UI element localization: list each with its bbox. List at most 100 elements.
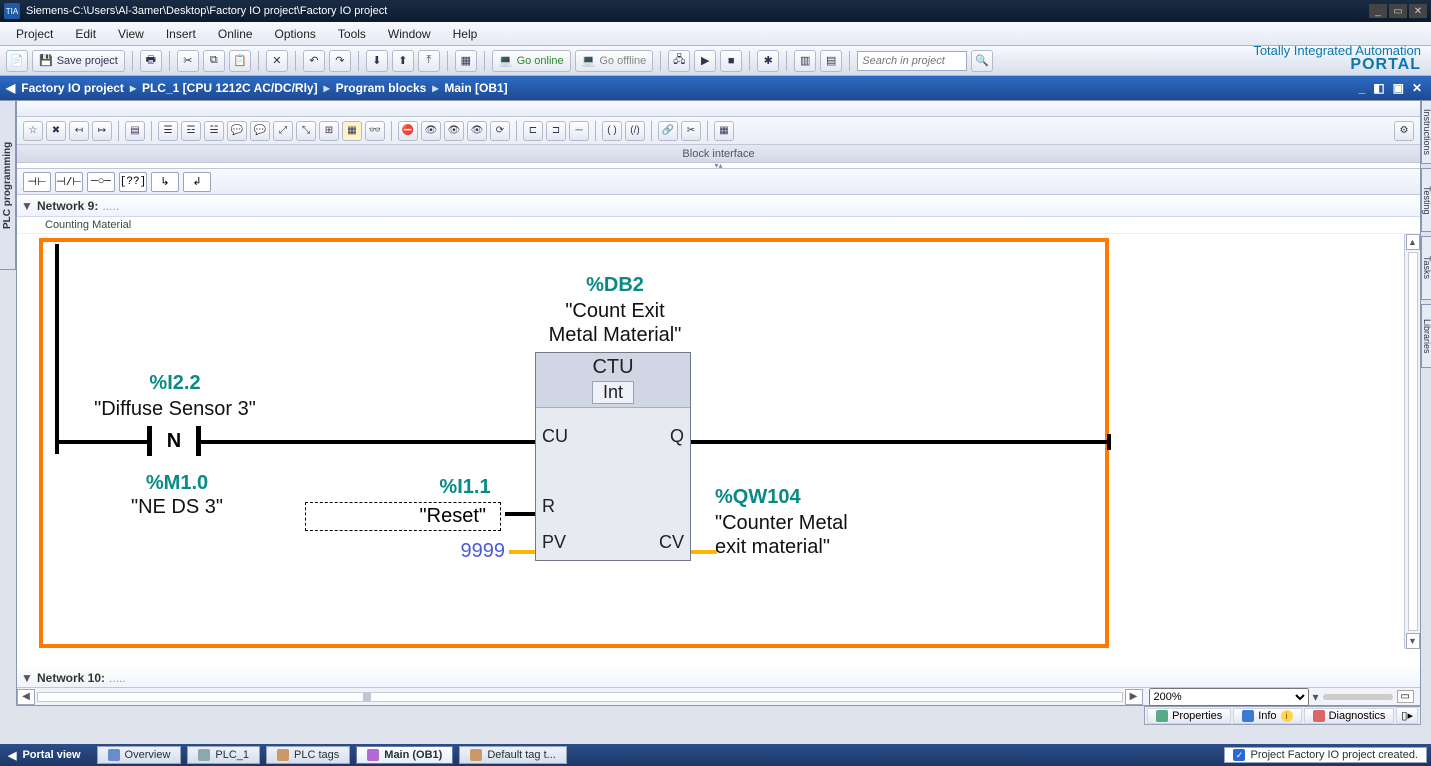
go-online-button[interactable]: 💻 Go online (492, 50, 571, 72)
edge-contact-n[interactable]: N (147, 426, 201, 456)
portal-view-button[interactable]: ◀ Portal view (4, 749, 91, 762)
download-icon[interactable]: ⬆ (392, 50, 414, 72)
vertical-scrollbar[interactable]: ▲ ▼ (1404, 234, 1420, 649)
print-icon[interactable]: 🖶 (140, 50, 162, 72)
undo-icon[interactable]: ↶ (303, 50, 325, 72)
net-del-icon[interactable]: ☲ (181, 121, 201, 141)
stop-monitor-icon[interactable]: ⛔ (398, 121, 418, 141)
breadcrumb-main[interactable]: Main [OB1] (444, 81, 507, 95)
menu-options[interactable]: Options (265, 24, 326, 44)
free-comment-icon[interactable]: ▦ (342, 121, 362, 141)
coil-button[interactable]: ─○─ (87, 172, 115, 192)
db-tag[interactable]: %DB2 (535, 274, 695, 297)
edge-mem-tag[interactable]: %M1.0 (117, 472, 237, 495)
collapse-icon[interactable]: ⤡ (296, 121, 316, 141)
sidetab-tasks[interactable]: Tasks (1421, 236, 1431, 300)
menu-insert[interactable]: Insert (156, 24, 206, 44)
menu-help[interactable]: Help (443, 24, 488, 44)
split-v-icon[interactable]: ▤ (820, 50, 842, 72)
fb-datatype[interactable]: Int (592, 381, 634, 404)
rung-icon[interactable]: ─ (569, 121, 589, 141)
editor-minimize-icon[interactable]: _ (1356, 81, 1369, 95)
ladder-canvas[interactable]: %DB2 "Count Exit Metal Material" CTU Int… (17, 234, 1420, 667)
sidetab-libraries[interactable]: Libraries (1421, 304, 1431, 368)
menu-tools[interactable]: Tools (328, 24, 376, 44)
paste-icon[interactable]: 📋 (229, 50, 251, 72)
footer-tab-overview[interactable]: Overview (97, 746, 182, 764)
abs-icon[interactable]: ⊞ (319, 121, 339, 141)
network-10-header[interactable]: ▼ Network 10: ..... (17, 667, 1420, 689)
coil-icon[interactable]: ( ) (602, 121, 622, 141)
output-tag[interactable]: %QW104 (715, 486, 855, 509)
close-branch-button[interactable]: ↲ (183, 172, 211, 192)
reset-name-box[interactable]: "Reset" (305, 502, 501, 531)
network-title-edit[interactable]: ..... (109, 671, 126, 685)
menu-view[interactable]: View (108, 24, 154, 44)
zoom-slider[interactable] (1323, 694, 1393, 700)
nc-contact-button[interactable]: ⊣/⊢ (55, 172, 83, 192)
start-cpu-icon[interactable]: ▶ (694, 50, 716, 72)
settings-icon[interactable]: ⚙ (1394, 121, 1414, 141)
breadcrumb-plc[interactable]: PLC_1 [CPU 1212C AC/DC/Rly] (142, 81, 318, 95)
footer-tab-plc1[interactable]: PLC_1 (187, 746, 260, 764)
reset-tag[interactable]: %I1.1 (415, 476, 515, 499)
no-contact-button[interactable]: ⊣⊢ (23, 172, 51, 192)
stop-cpu-icon[interactable]: ■ (720, 50, 742, 72)
fb-icon[interactable]: ▦ (714, 121, 734, 141)
footer-tab-main-ob1[interactable]: Main (OB1) (356, 746, 453, 764)
menu-window[interactable]: Window (378, 24, 441, 44)
window-restore-icon[interactable]: ▭ (1389, 4, 1407, 18)
watch2-icon[interactable]: 👁 (444, 121, 464, 141)
accessible-devices-icon[interactable]: 🖧 (668, 50, 690, 72)
menu-online[interactable]: Online (208, 24, 263, 44)
menu-edit[interactable]: Edit (65, 24, 106, 44)
sidebar-tab-plc-programming[interactable]: PLC programming (0, 100, 16, 270)
zoom-fit-icon[interactable]: ▭ (1397, 690, 1414, 703)
horizontal-scrollbar[interactable] (37, 692, 1123, 702)
upload-icon[interactable]: ⤒ (418, 50, 440, 72)
comment-all-icon[interactable]: 💬 (250, 121, 270, 141)
watch4-icon[interactable]: ⟳ (490, 121, 510, 141)
search-input[interactable] (857, 51, 967, 71)
inspector-collapse-button[interactable]: ▯▸ (1396, 707, 1418, 724)
tab-diagnostics[interactable]: Diagnostics (1304, 708, 1395, 724)
caret-down-icon[interactable]: ▼ (21, 199, 37, 213)
window-minimize-icon[interactable]: _ (1369, 4, 1387, 18)
split-h-icon[interactable]: ▥ (794, 50, 816, 72)
sidetab-testing[interactable]: Testing (1421, 168, 1431, 232)
editor-maximize-icon[interactable]: ▣ (1390, 81, 1407, 95)
input-sensor-tag[interactable]: %I2.2 (115, 372, 235, 395)
cross-ref-icon[interactable]: ✱ (757, 50, 779, 72)
watch1-icon[interactable]: 👁 (421, 121, 441, 141)
save-project-button[interactable]: 💾 Save project (32, 50, 125, 72)
simulation-icon[interactable]: ▦ (455, 50, 477, 72)
network-9-header[interactable]: ▼ Network 9: ..... (17, 195, 1420, 217)
window-close-icon[interactable]: ✕ (1409, 4, 1427, 18)
breadcrumb-project[interactable]: Factory IO project (21, 81, 124, 95)
close-branch-icon[interactable]: ⊐ (546, 121, 566, 141)
zoom-select[interactable]: 200% (1149, 688, 1309, 706)
cut-icon[interactable]: ✂ (177, 50, 199, 72)
comment-toggle-icon[interactable]: 💬 (227, 121, 247, 141)
net-before-icon[interactable]: ☱ (204, 121, 224, 141)
editor-close-icon[interactable]: ✕ (1409, 81, 1425, 95)
link-icon[interactable]: 🔗 (658, 121, 678, 141)
scroll-up-icon[interactable]: ▲ (1406, 234, 1420, 250)
delete-icon[interactable]: ✕ (266, 50, 288, 72)
next-icon[interactable]: ↦ (92, 121, 112, 141)
search-button-icon[interactable]: 🔍 (971, 50, 993, 72)
caret-down-icon[interactable]: ▼ (21, 671, 37, 685)
ncoil-icon[interactable]: (/) (625, 121, 645, 141)
scroll-left-icon[interactable]: ◀ (17, 689, 35, 705)
scroll-right-icon[interactable]: ▶ (1125, 689, 1143, 705)
breadcrumb-blocks[interactable]: Program blocks (336, 81, 427, 95)
open-branch-button[interactable]: ↳ (151, 172, 179, 192)
clipboard-icon[interactable]: ▤ (125, 121, 145, 141)
expand-icon[interactable]: ⤢ (273, 121, 293, 141)
open-branch-icon[interactable]: ⊏ (523, 121, 543, 141)
tab-properties[interactable]: Properties (1147, 708, 1231, 724)
compile-icon[interactable]: ⬇ (366, 50, 388, 72)
go-offline-button[interactable]: 💻 Go offline (575, 50, 654, 72)
ctu-function-block[interactable]: CTU Int CU Q R PV CV (535, 352, 691, 561)
footer-tab-plc-tags[interactable]: PLC tags (266, 746, 350, 764)
